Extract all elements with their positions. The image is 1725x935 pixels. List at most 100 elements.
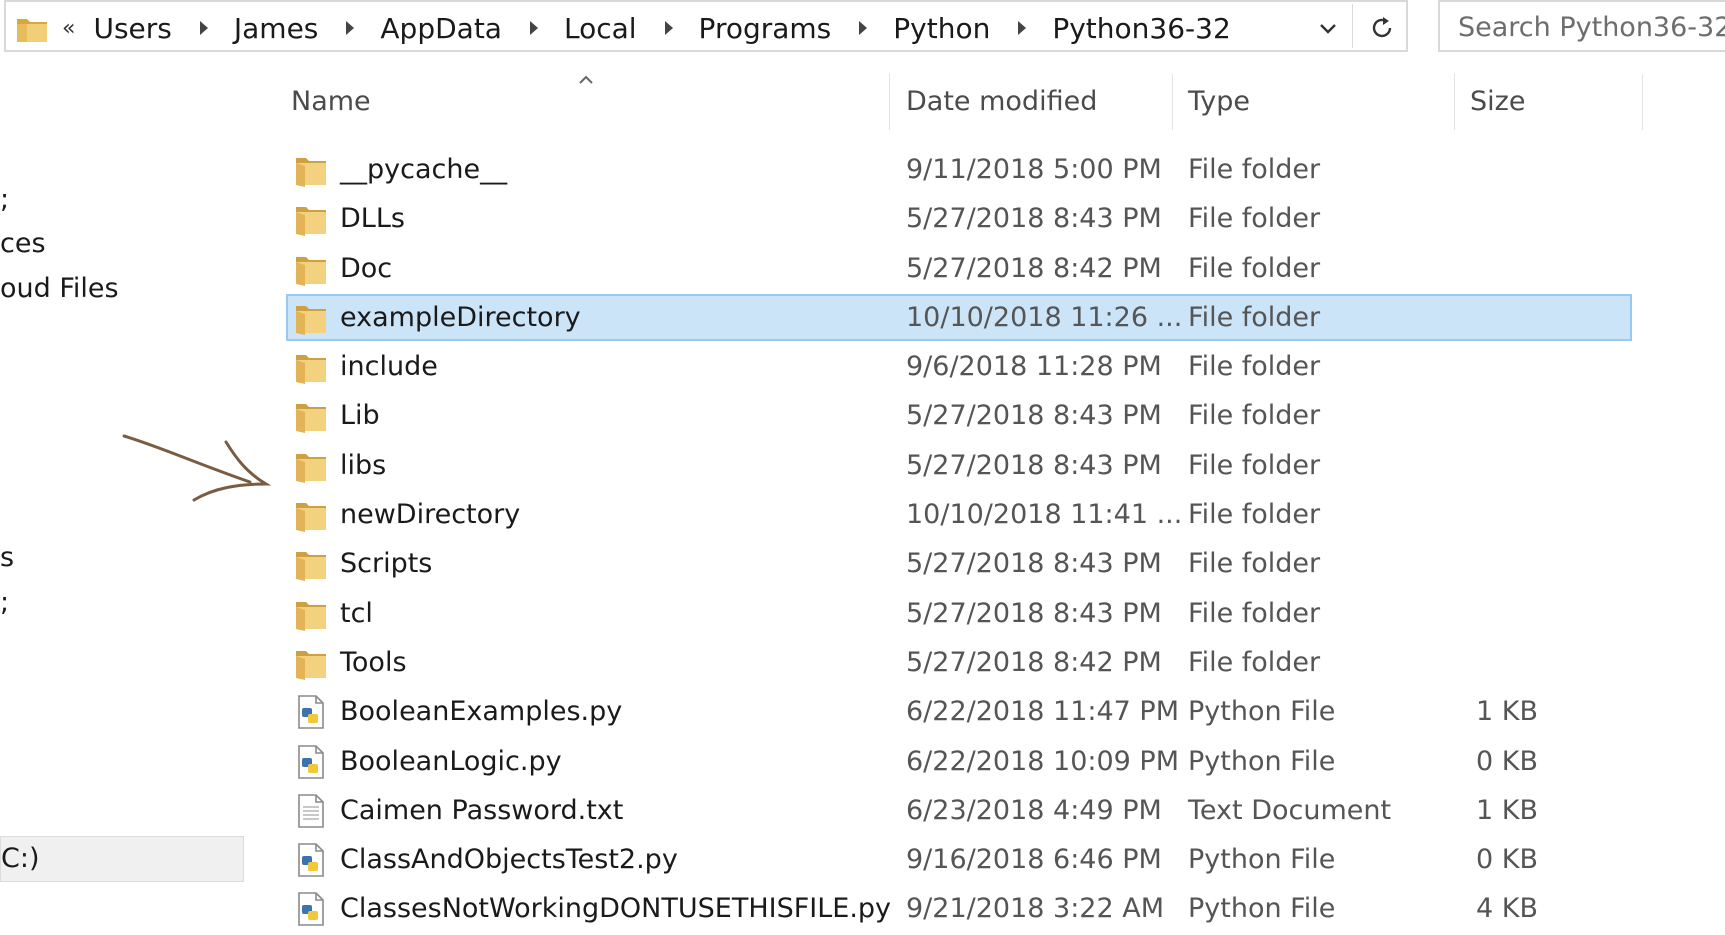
refresh-icon[interactable]	[1368, 14, 1396, 42]
overflow-chevron-icon[interactable]: «	[62, 16, 75, 41]
file-row[interactable]: ClassAndObjectsTest2.py 9/16/2018 6:46 PM…	[286, 836, 1646, 885]
nav-item-drive-selected[interactable]: C:)	[0, 836, 244, 882]
file-date-modified: 5/27/2018 8:43 PM	[906, 597, 1162, 629]
nav-item-cloud-files[interactable]: oud Files	[0, 273, 119, 304]
file-type: File folder	[1188, 351, 1321, 383]
file-type: File folder	[1188, 597, 1321, 629]
file-size: 1 KB	[1476, 696, 1538, 728]
file-type: File folder	[1188, 646, 1321, 678]
address-divider	[1352, 4, 1353, 48]
python-file-icon	[294, 694, 328, 730]
file-name: include	[340, 351, 438, 383]
file-date-modified: 9/21/2018 3:22 AM	[906, 893, 1165, 925]
file-date-modified: 5/27/2018 8:42 PM	[906, 646, 1162, 678]
breadcrumb: « Users James AppData Local Programs Pyt…	[62, 2, 1231, 54]
folder-icon	[294, 645, 328, 681]
chevron-right-icon[interactable]	[199, 21, 208, 35]
file-name: Doc	[340, 252, 393, 284]
file-row[interactable]: __pycache__ 9/11/2018 5:00 PM File folder	[286, 146, 1646, 195]
file-type: Python File	[1188, 893, 1336, 925]
chevron-right-icon[interactable]	[859, 21, 868, 35]
folder-icon	[294, 398, 328, 434]
file-type: File folder	[1188, 548, 1321, 580]
file-name: exampleDirectory	[340, 301, 581, 333]
file-type: Text Document	[1188, 794, 1392, 826]
file-row[interactable]: BooleanExamples.py 6/22/2018 11:47 PM Pyth…	[286, 688, 1646, 737]
address-bar[interactable]: « Users James AppData Local Programs Pyt…	[4, 0, 1408, 52]
column-date-modified[interactable]: Date modified	[906, 86, 1097, 117]
file-name: ClassesNotWorkingDONTUSETHISFILE.py	[340, 893, 892, 925]
file-date-modified: 9/6/2018 11:28 PM	[906, 351, 1162, 383]
file-date-modified: 6/23/2018 4:49 PM	[906, 794, 1162, 826]
column-divider[interactable]	[1454, 74, 1455, 130]
breadcrumb-item-users[interactable]: Users	[93, 12, 171, 45]
column-size[interactable]: Size	[1470, 86, 1525, 117]
column-header: Name Date modified Type Size	[286, 72, 1646, 134]
file-type: File folder	[1188, 400, 1321, 432]
file-type: File folder	[1188, 154, 1321, 185]
folder-icon	[294, 152, 328, 188]
folder-icon	[17, 19, 47, 42]
file-type: Python File	[1188, 745, 1336, 777]
column-divider[interactable]	[1642, 74, 1643, 130]
chevron-right-icon[interactable]	[664, 21, 673, 35]
file-row[interactable]: Doc 5/27/2018 8:42 PM File folder	[286, 245, 1646, 294]
nav-item[interactable]: ces	[0, 228, 46, 259]
column-divider[interactable]	[1172, 74, 1173, 130]
folder-icon	[294, 497, 328, 533]
file-date-modified: 5/27/2018 8:42 PM	[906, 252, 1162, 284]
file-date-modified: 5/27/2018 8:43 PM	[906, 400, 1162, 432]
column-divider[interactable]	[889, 74, 890, 130]
nav-item[interactable]: ;	[0, 184, 9, 215]
file-date-modified: 6/22/2018 10:09 PM	[906, 745, 1179, 777]
breadcrumb-item-programs[interactable]: Programs	[699, 12, 832, 45]
file-name: libs	[340, 449, 387, 481]
file-row[interactable]: Lib 5/27/2018 8:43 PM File folder	[286, 392, 1646, 441]
file-date-modified: 5/27/2018 8:43 PM	[906, 449, 1162, 481]
file-size: 4 KB	[1476, 893, 1538, 925]
chevron-right-icon[interactable]	[346, 21, 355, 35]
file-row[interactable]: include 9/6/2018 11:28 PM File folder	[286, 343, 1646, 392]
breadcrumb-item-python36-32[interactable]: Python36-32	[1052, 12, 1230, 45]
file-row[interactable]: tcl 5/27/2018 8:43 PM File folder	[286, 590, 1646, 639]
file-name: Lib	[340, 400, 380, 432]
file-date-modified: 5/27/2018 8:43 PM	[906, 203, 1162, 235]
file-row[interactable]: newDirectory 10/10/2018 11:41 ... File fol…	[286, 491, 1646, 540]
chevron-right-icon[interactable]	[1018, 21, 1027, 35]
file-row[interactable]: BooleanLogic.py 6/22/2018 10:09 PM Python …	[286, 738, 1646, 787]
file-row[interactable]: ClassesNotWorkingDONTUSETHISFILE.py 9/21/…	[286, 885, 1646, 934]
folder-icon	[294, 201, 328, 237]
file-row[interactable]: DLLs 5/27/2018 8:43 PM File folder	[286, 195, 1646, 244]
file-name: DLLs	[340, 203, 405, 235]
file-date-modified: 10/10/2018 11:26 ...	[906, 301, 1183, 333]
file-type: File folder	[1188, 499, 1321, 531]
file-name: __pycache__	[340, 154, 508, 185]
file-size: 0 KB	[1476, 745, 1538, 777]
chevron-right-icon[interactable]	[529, 21, 538, 35]
file-name: ClassAndObjectsTest2.py	[340, 844, 678, 876]
file-name: tcl	[340, 597, 373, 629]
file-row[interactable]: Scripts 5/27/2018 8:43 PM File folder	[286, 540, 1646, 589]
python-file-icon	[294, 891, 328, 927]
breadcrumb-item-appdata[interactable]: AppData	[380, 12, 502, 45]
breadcrumb-item-local[interactable]: Local	[564, 12, 637, 45]
file-row[interactable]: Caimen Password.txt 6/23/2018 4:49 PM Text…	[286, 787, 1646, 836]
search-input[interactable]: Search Python36-32	[1438, 0, 1725, 52]
breadcrumb-item-python[interactable]: Python	[893, 12, 990, 45]
file-row-selected[interactable]: exampleDirectory 10/10/2018 11:26 ... File…	[286, 293, 1646, 343]
folder-icon	[294, 349, 328, 385]
python-file-icon	[294, 744, 328, 780]
file-size: 0 KB	[1476, 844, 1538, 876]
column-type[interactable]: Type	[1188, 86, 1250, 117]
nav-item[interactable]: s	[0, 542, 14, 573]
column-name[interactable]: Name	[291, 86, 371, 117]
python-file-icon	[294, 842, 328, 878]
nav-item[interactable]: ;	[0, 587, 9, 618]
file-row[interactable]: Tools 5/27/2018 8:42 PM File folder	[286, 639, 1646, 688]
breadcrumb-item-james[interactable]: James	[234, 12, 319, 45]
file-type: File folder	[1188, 301, 1321, 333]
file-name: Scripts	[340, 548, 433, 580]
file-name: newDirectory	[340, 499, 521, 531]
chevron-down-icon[interactable]	[1316, 16, 1340, 40]
file-row[interactable]: libs 5/27/2018 8:43 PM File folder	[286, 442, 1646, 491]
